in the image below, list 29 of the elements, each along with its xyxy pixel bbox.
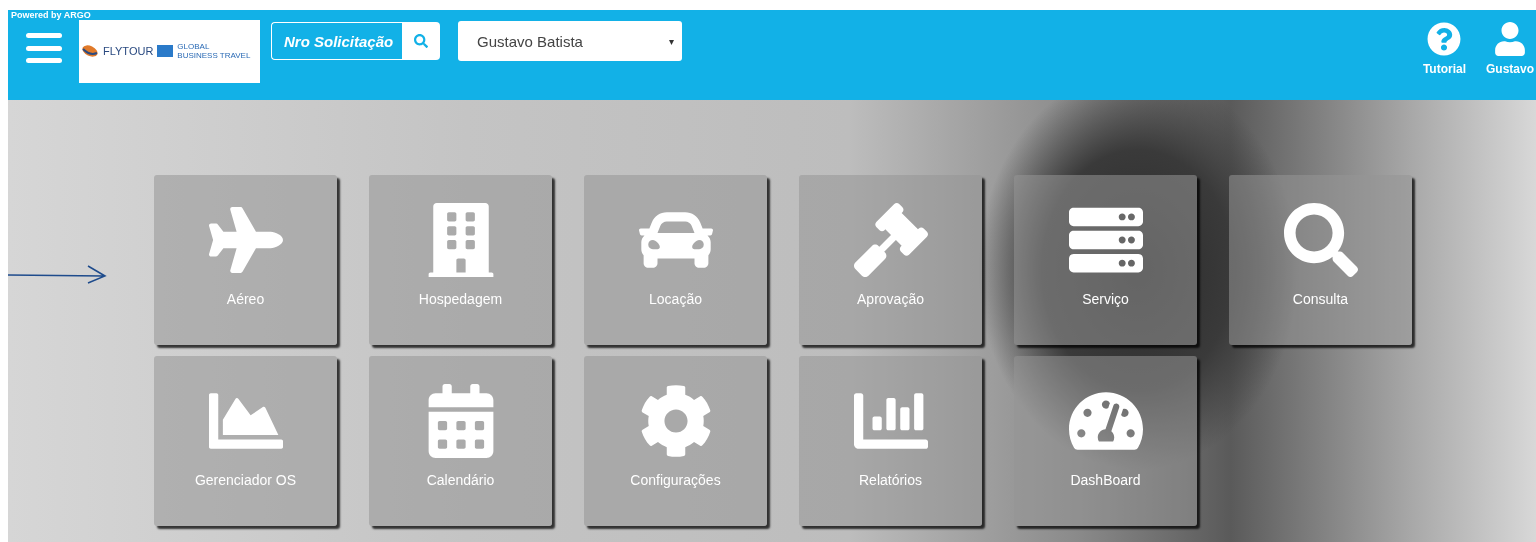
- gavel-icon: [853, 203, 928, 277]
- user-button[interactable]: Gustavo: [1486, 22, 1534, 76]
- powered-by-label: Powered by ARGO: [11, 10, 91, 20]
- user-icon: [1493, 22, 1527, 56]
- search-button[interactable]: [402, 22, 440, 60]
- module-tile[interactable]: Aéreo: [154, 175, 337, 345]
- traveler-select[interactable]: Gustavo Batista ▾: [458, 21, 682, 61]
- partner-name: GLOBAL: [177, 42, 211, 51]
- partner-name: BUSINESS TRAVEL: [177, 51, 251, 60]
- help-icon: [1427, 22, 1462, 56]
- search-icon: [414, 34, 428, 48]
- module-tile[interactable]: Hospedagem: [369, 175, 552, 345]
- module-tile[interactable]: Locação: [584, 175, 767, 345]
- caret-icon: ▾: [669, 35, 674, 47]
- tutorial-button[interactable]: Tutorial: [1422, 22, 1466, 76]
- module-tile[interactable]: Gerenciador OS: [154, 356, 337, 526]
- magnifier-icon: [1283, 203, 1358, 277]
- module-tile[interactable]: Configurações: [584, 356, 767, 526]
- module-tile[interactable]: DashBoard: [1014, 356, 1197, 526]
- partner-emblem-icon: [157, 45, 174, 57]
- swoosh-icon: [81, 44, 99, 58]
- brand-name: FLYTOUR: [103, 45, 154, 57]
- module-tile[interactable]: Relatórios: [799, 356, 982, 526]
- menu-button[interactable]: [26, 33, 62, 63]
- module-tile[interactable]: Consulta: [1229, 175, 1412, 345]
- module-tile[interactable]: Calendário: [369, 356, 552, 526]
- module-tile[interactable]: Serviço: [1014, 175, 1197, 345]
- request-search-field[interactable]: Nro Solicitação: [271, 22, 402, 60]
- module-tile[interactable]: Aprovação: [799, 175, 982, 345]
